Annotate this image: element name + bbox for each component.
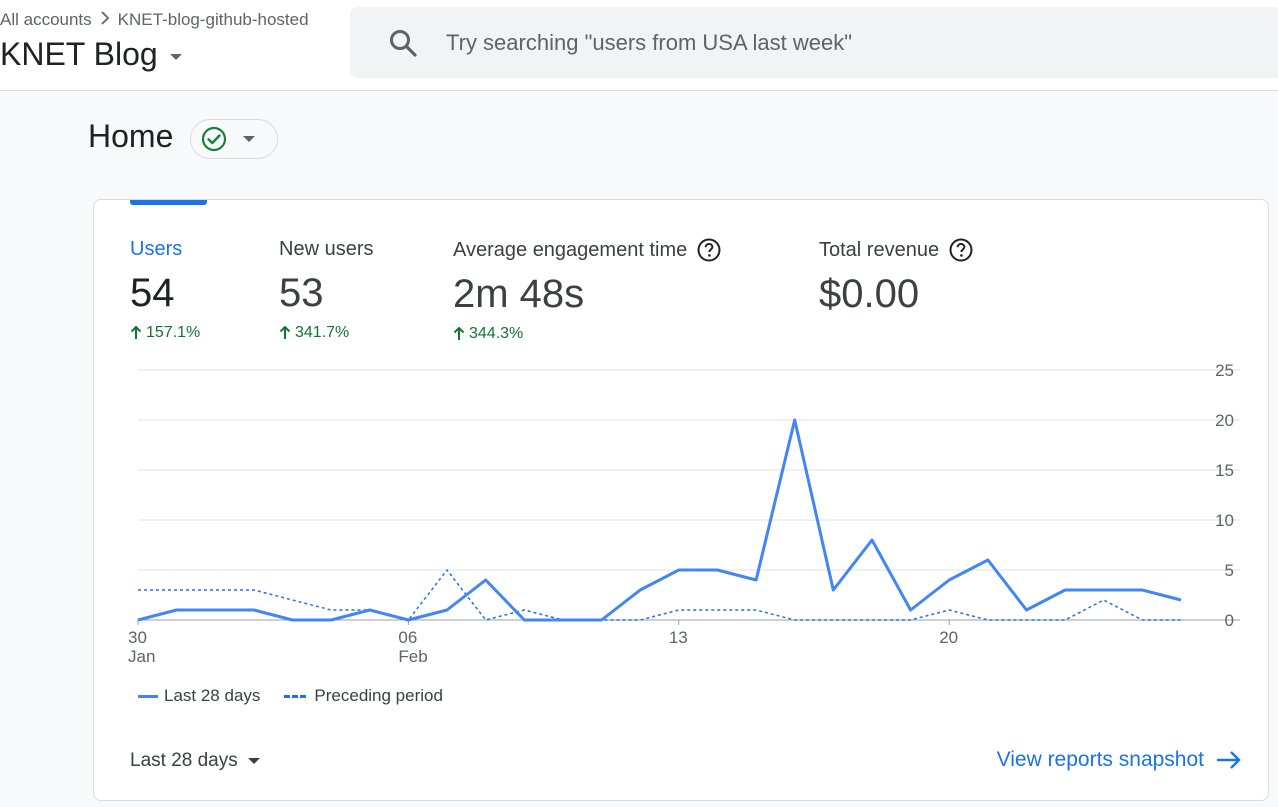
legend-label-current: Last 28 days xyxy=(164,686,261,705)
view-link-label: View reports snapshot xyxy=(996,748,1204,771)
y-tick-label: 0 xyxy=(1225,611,1234,630)
top-bar: All accounts KNET-blog-github-hosted KNE… xyxy=(0,0,1278,91)
view-reports-snapshot-link[interactable]: View reports snapshot xyxy=(997,748,1242,772)
caret-down-icon xyxy=(169,53,182,60)
x-tick-label: 13 xyxy=(669,628,688,647)
chart-legend: Last 28 days Preceding period xyxy=(138,686,443,706)
x-tick-label: 20 xyxy=(939,628,958,647)
legend-label-preceding: Preceding period xyxy=(314,686,443,705)
date-range-dropdown[interactable]: Last 28 days xyxy=(130,750,260,772)
property-name: KNET Blog xyxy=(0,36,158,72)
date-range-label: Last 28 days xyxy=(130,750,238,771)
y-tick-label: 5 xyxy=(1225,561,1234,580)
property-selector[interactable]: KNET Blog xyxy=(0,36,182,73)
caret-down-icon xyxy=(247,758,260,764)
search-input[interactable] xyxy=(444,28,1148,57)
series-line-preceding-period xyxy=(138,569,1181,621)
y-tick-label: 25 xyxy=(1215,361,1234,380)
chevron-right-icon xyxy=(100,10,110,30)
search-icon xyxy=(388,28,418,58)
status-dropdown[interactable] xyxy=(190,119,278,159)
x-tick-month-label: Feb xyxy=(398,647,427,666)
check-circle-icon xyxy=(201,126,227,152)
x-tick-label: 30 xyxy=(128,628,147,647)
breadcrumb: All accounts KNET-blog-github-hosted xyxy=(0,10,309,30)
y-tick-label: 10 xyxy=(1215,511,1234,530)
x-tick-label: 06 xyxy=(398,628,417,647)
page-title: Home xyxy=(88,118,174,154)
overview-card: Users 54 157.1% New users 53 341.7% Aver… xyxy=(93,199,1269,801)
y-tick-label: 20 xyxy=(1215,411,1234,430)
x-tick-month-label: Jan xyxy=(128,647,155,666)
search-bar[interactable] xyxy=(350,7,1278,78)
breadcrumb-property[interactable]: KNET-blog-github-hosted xyxy=(118,10,309,30)
caret-down-icon xyxy=(243,136,255,142)
breadcrumb-account[interactable]: All accounts xyxy=(0,10,92,30)
users-line-chart: 0 5 10 15 20 25 30Jan 06Feb 13 20 xyxy=(128,361,1240,666)
legend-swatch-solid xyxy=(138,694,158,698)
y-tick-label: 15 xyxy=(1215,461,1234,480)
legend-swatch-dashed xyxy=(284,694,307,698)
arrow-right-icon xyxy=(1216,750,1242,770)
